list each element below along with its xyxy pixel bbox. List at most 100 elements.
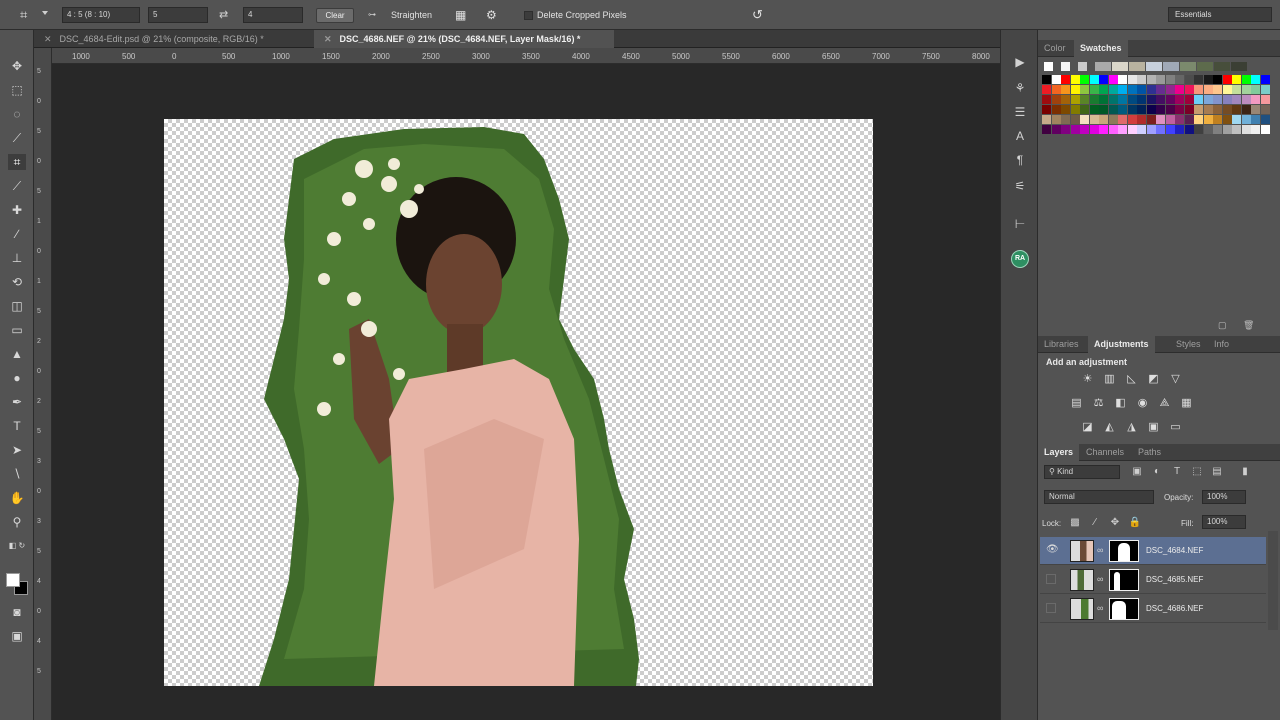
swatch[interactable] xyxy=(1080,85,1089,94)
tab-layers[interactable]: Layers xyxy=(1038,444,1080,461)
swatch[interactable] xyxy=(1231,62,1247,71)
foreground-color-swatch[interactable] xyxy=(6,573,20,587)
lock-transparent-icon[interactable]: ▩ xyxy=(1068,516,1082,529)
layer-filter-kind[interactable]: ⚲ Kind xyxy=(1044,465,1120,479)
swatch[interactable] xyxy=(1061,95,1070,104)
history-brush-tool-icon[interactable]: ⟲ xyxy=(8,274,26,290)
swatch[interactable] xyxy=(1222,115,1232,124)
exposure-icon[interactable]: ◩ xyxy=(1146,373,1161,386)
swatch[interactable] xyxy=(1099,95,1108,104)
swatch[interactable] xyxy=(1214,62,1230,71)
swatch[interactable] xyxy=(1127,95,1137,104)
layer-row[interactable]: 👁 ∞ DSC_4684.NEF xyxy=(1040,537,1266,565)
swatch[interactable] xyxy=(1080,95,1089,104)
tool-presets-icon[interactable]: ⊢ xyxy=(1011,216,1029,232)
move-tool-icon[interactable]: ✥ xyxy=(8,58,26,74)
swatch[interactable] xyxy=(1089,75,1099,84)
swatch[interactable] xyxy=(1146,105,1156,114)
tool-preset-dropdown-icon[interactable] xyxy=(42,11,48,15)
swatch[interactable] xyxy=(1051,95,1061,104)
swatch[interactable] xyxy=(1051,85,1061,94)
filter-adjustment-icon[interactable]: ◐ xyxy=(1150,465,1164,478)
layers-scrollbar[interactable] xyxy=(1268,531,1278,630)
swatch[interactable] xyxy=(1203,115,1213,124)
layer-row[interactable]: ∞ DSC_4686.NEF xyxy=(1040,595,1266,623)
swatch[interactable] xyxy=(1095,62,1111,71)
swatch[interactable] xyxy=(1194,75,1203,84)
swatch[interactable] xyxy=(1146,62,1162,71)
swatch[interactable] xyxy=(1251,105,1260,114)
swatch[interactable] xyxy=(1127,115,1137,124)
swatch[interactable] xyxy=(1222,105,1232,114)
straighten-button[interactable]: Straighten xyxy=(391,10,432,20)
swatch[interactable] xyxy=(1251,75,1260,84)
swatch[interactable] xyxy=(1156,85,1165,94)
swatch[interactable] xyxy=(1118,125,1127,134)
swatch[interactable] xyxy=(1232,105,1241,114)
brush-tool-icon[interactable]: ∕ xyxy=(8,226,26,242)
swatch[interactable] xyxy=(1089,115,1099,124)
swatch[interactable] xyxy=(1070,105,1080,114)
link-icon[interactable]: ∞ xyxy=(1097,545,1103,555)
swatch[interactable] xyxy=(1146,115,1156,124)
color-lookup-icon[interactable]: ▦ xyxy=(1179,397,1194,410)
swatch[interactable] xyxy=(1213,115,1222,124)
swatch[interactable] xyxy=(1118,105,1127,114)
crop-tool-active-icon[interactable]: ⌗ xyxy=(8,154,26,170)
tab-adjustments[interactable]: Adjustments xyxy=(1088,336,1155,353)
pen-tool-icon[interactable]: ✒ xyxy=(8,394,26,410)
swatch[interactable] xyxy=(1108,75,1118,84)
swatch[interactable] xyxy=(1044,62,1053,71)
swatch[interactable] xyxy=(1061,125,1070,134)
layer-mask-thumbnail[interactable] xyxy=(1109,540,1139,562)
swatch[interactable] xyxy=(1108,105,1118,114)
filter-shape-icon[interactable]: ⬚ xyxy=(1190,465,1204,478)
reset-icon[interactable]: ↺ xyxy=(752,7,763,23)
swatch[interactable] xyxy=(1175,105,1184,114)
swatch[interactable] xyxy=(1042,125,1051,134)
swatch[interactable] xyxy=(1232,75,1241,84)
paragraph-icon[interactable]: ¶ xyxy=(1011,152,1029,168)
swatch[interactable] xyxy=(1078,62,1087,71)
user-avatar[interactable]: RA xyxy=(1011,250,1029,268)
swatch[interactable] xyxy=(1232,85,1241,94)
swatch[interactable] xyxy=(1118,85,1127,94)
zoom-tool-icon[interactable]: ⚲ xyxy=(8,514,26,530)
swatch[interactable] xyxy=(1137,95,1146,104)
swatch[interactable] xyxy=(1222,125,1232,134)
swatch[interactable] xyxy=(1260,85,1270,94)
swatch[interactable] xyxy=(1042,105,1051,114)
swatch[interactable] xyxy=(1165,75,1175,84)
swatch[interactable] xyxy=(1241,105,1251,114)
invert-icon[interactable]: ◪ xyxy=(1080,421,1095,434)
swatch[interactable] xyxy=(1089,85,1099,94)
link-icon[interactable]: ∞ xyxy=(1097,603,1103,613)
swatch[interactable] xyxy=(1203,85,1213,94)
swatch[interactable] xyxy=(1184,125,1194,134)
character-icon[interactable]: A xyxy=(1011,128,1029,144)
swatch[interactable] xyxy=(1127,125,1137,134)
type-tool-icon[interactable]: T xyxy=(8,418,26,434)
swatch[interactable] xyxy=(1197,62,1213,71)
swatch[interactable] xyxy=(1241,85,1251,94)
lock-position-icon[interactable]: ✥ xyxy=(1108,516,1122,529)
swatch[interactable] xyxy=(1051,75,1061,84)
lasso-tool-icon[interactable]: ◌ xyxy=(8,106,26,122)
gradient-tool-icon[interactable]: ▭ xyxy=(8,322,26,338)
swatch[interactable] xyxy=(1251,115,1260,124)
brush-presets-icon[interactable]: ⚟ xyxy=(1011,178,1029,194)
swatch[interactable] xyxy=(1051,125,1061,134)
swatch[interactable] xyxy=(1260,105,1270,114)
swatch[interactable] xyxy=(1070,85,1080,94)
tab-color[interactable]: Color xyxy=(1038,40,1072,57)
swatch[interactable] xyxy=(1137,115,1146,124)
swatch[interactable] xyxy=(1156,105,1165,114)
swatch[interactable] xyxy=(1194,125,1203,134)
swatch[interactable] xyxy=(1070,75,1080,84)
swatch[interactable] xyxy=(1070,115,1080,124)
swatch[interactable] xyxy=(1213,85,1222,94)
swatch[interactable] xyxy=(1042,75,1051,84)
swatch[interactable] xyxy=(1099,105,1108,114)
straighten-icon[interactable]: ⊶ xyxy=(368,10,376,19)
swatch[interactable] xyxy=(1184,115,1194,124)
